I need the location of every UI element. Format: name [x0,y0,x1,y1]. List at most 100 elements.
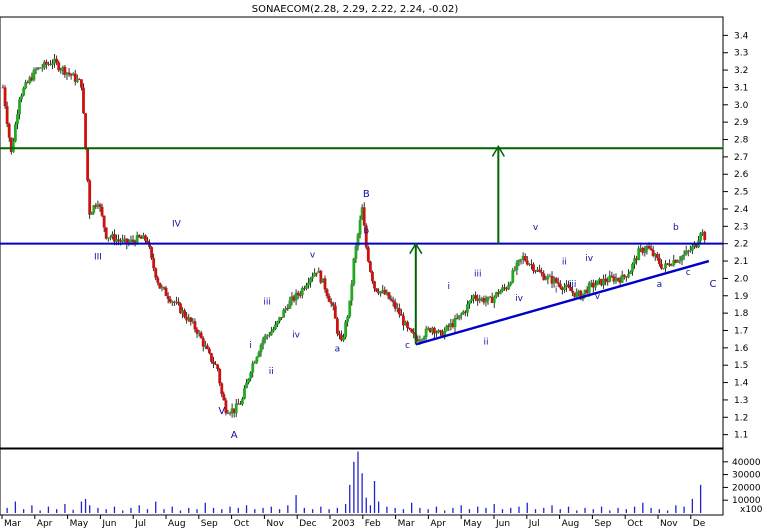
wave-label: i [448,282,451,292]
month-tick-label: Sep [594,519,611,529]
candle-body [51,63,54,65]
price-tick-label: 2.9 [734,118,749,128]
wave-label: iii [474,270,482,280]
price-tick-label: 1.7 [734,326,748,336]
candle-body [465,304,469,313]
candle-body [534,270,537,272]
price-tick-label: 1.4 [734,379,749,389]
candle-body [342,337,345,341]
candle-body [220,383,224,395]
candle-body [296,292,300,296]
wave-label: iii [263,297,271,307]
month-tick-label: May [463,519,482,529]
candle-body [373,281,376,289]
price-tick-label: 3.4 [734,31,749,41]
candle-body [5,106,9,125]
candle-body [680,256,684,261]
candle-body [389,298,393,301]
candle-body [88,180,92,215]
candle-body [59,69,63,71]
month-tick-label: 2003 [332,519,355,529]
price-tick-label: 2.5 [734,188,748,198]
candle-body [3,87,7,107]
candle-body [420,339,424,341]
candle-body [362,207,366,226]
candle-body [205,345,209,350]
candle-body [271,329,275,332]
candle-body [348,300,352,317]
candle-body [102,215,106,228]
candle-body [288,300,292,309]
month-tick-label: Apr [430,519,446,529]
candle-body [435,332,438,334]
candle-body [18,99,21,115]
candle-body [670,265,674,267]
candle-body [84,113,87,149]
month-tick-label: Feb [365,519,381,529]
price-axis: 3.4 3.3 3.2 3.1 3.0 2.9 2.8 2.7 2.6 2.5 2.4 2.3 2.2 2… [723,31,749,441]
candle-body [251,363,255,373]
candle-body [82,87,85,114]
month-tick-label: Oct [627,519,643,529]
candle-body [263,335,267,340]
candle-body [100,206,104,216]
candle-body [587,282,591,294]
wave-label: IV [172,219,182,229]
wave-label: b [363,226,369,236]
price-tick-label: 2.6 [734,170,749,180]
candle-body [216,364,220,369]
candle-body [678,260,682,262]
candle-body [222,394,226,401]
candle-body [511,270,515,283]
month-tick-label: Aug [562,519,580,529]
month-tick-label: Jul [134,519,146,529]
candle-body [439,330,442,332]
candle-body [315,272,319,274]
price-tick-label: 1.2 [734,413,748,423]
candle-body [131,239,135,242]
volume-tick-label: 30000 [732,471,761,481]
month-tick-label: Jun [101,519,116,529]
candle-body [183,310,187,317]
candle-body [34,69,38,71]
candle-body [379,291,383,294]
month-tick-label: Jul [528,519,540,529]
candle-body [276,321,279,325]
candle-body [193,321,197,330]
candle-body [513,269,517,271]
candle-body [492,296,496,304]
candle-body [335,318,339,334]
candle-body [154,268,158,278]
candle-body [11,141,15,153]
candle-body [699,233,703,241]
candle-body [515,262,519,270]
price-tick-label: 2.1 [734,257,748,267]
candle-body [346,316,350,322]
candle-body [519,259,523,261]
candle-body [282,310,286,318]
month-tick-label: Mar [4,519,21,529]
candle-body [571,290,575,293]
wave-label: v [595,292,601,302]
candle-body [152,258,156,269]
wave-label: A [231,430,238,441]
price-tick-label: 2.4 [734,205,749,215]
candle-body [610,275,614,277]
wave-label: c [405,341,410,351]
candle-body [626,274,630,278]
candle-body [647,246,651,249]
candle-body [298,295,302,296]
volume-axis: 40000300002000010000x100 [723,458,763,515]
candle-body [162,287,166,288]
month-tick-label: Dec [299,519,316,529]
wave-label: i [249,341,252,351]
candle-body [371,271,374,282]
candle-body [499,291,502,295]
candle-body [478,299,482,301]
price-tick-label: 3.2 [734,66,748,76]
volume-unit-label: x100 [740,505,763,515]
candle-body [201,338,205,347]
candle-body [631,263,634,272]
wave-label: iv [515,294,524,304]
wave-label: c [686,268,691,278]
